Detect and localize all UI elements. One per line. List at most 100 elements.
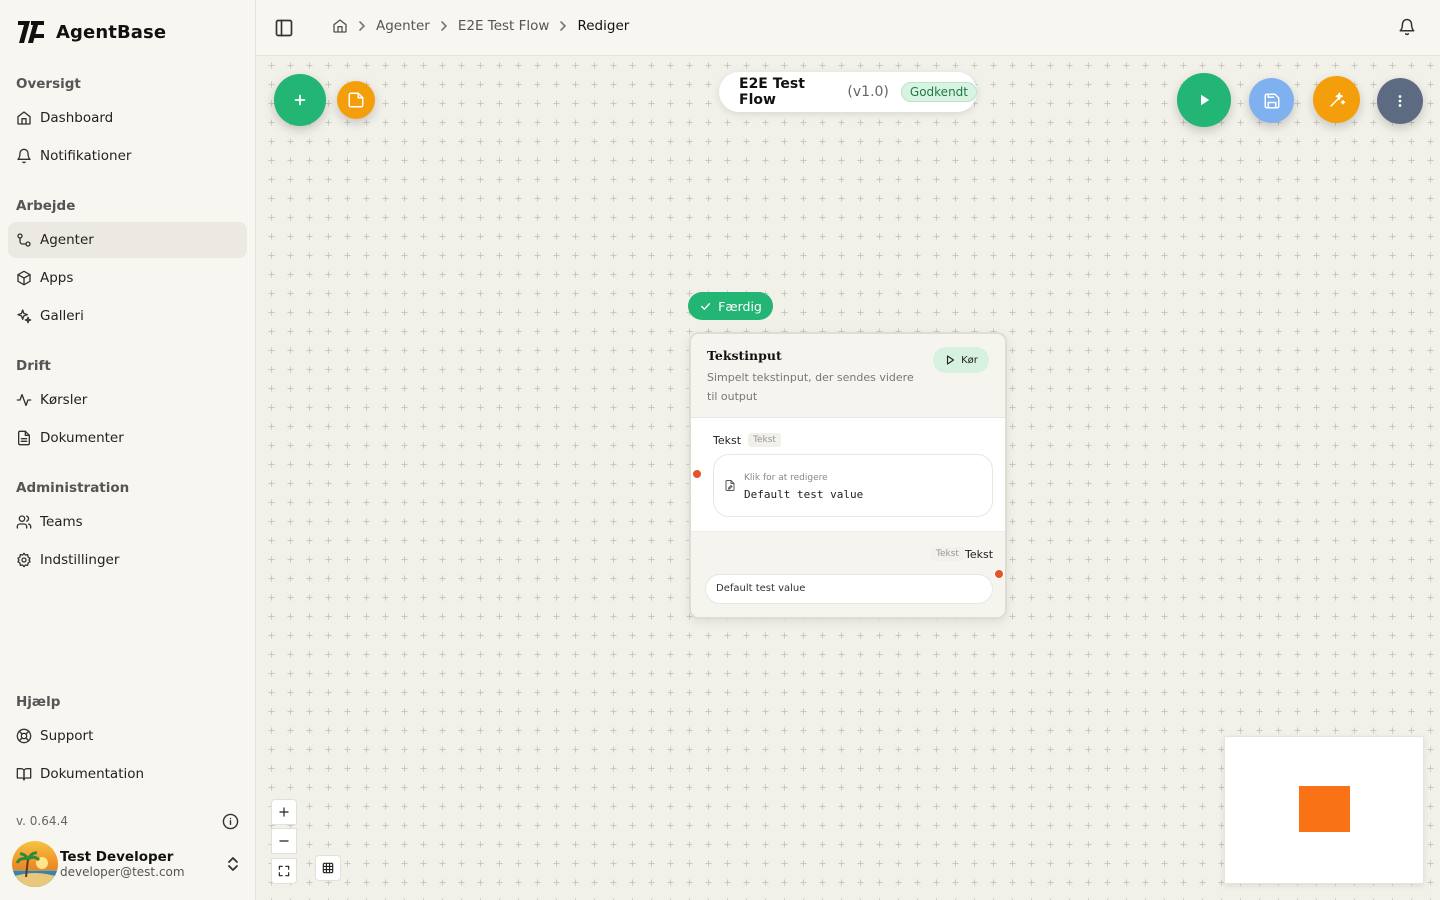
sidebar-item-dokumentation[interactable]: Dokumentation (8, 756, 247, 792)
run-node-button[interactable]: Kør (933, 347, 989, 373)
node-header: Tekstinput Simpelt tekstinput, der sende… (691, 334, 1005, 418)
user-email: developer@test.com (60, 865, 185, 879)
brand-name: AgentBase (56, 21, 167, 43)
grid-toggle-button[interactable] (315, 855, 341, 881)
more-options-button[interactable] (1377, 78, 1423, 124)
flow-canvas[interactable]: E2E Test Flow (v1.0) Godkendt Færdig Tek… (256, 56, 1440, 900)
node-title: Tekstinput (707, 348, 782, 363)
input-value: Default test value (744, 488, 864, 501)
sidebar-item-label: Galleri (40, 308, 84, 324)
minus-icon (279, 840, 289, 842)
brand[interactable]: AgentBase (16, 18, 166, 46)
chevron-right-icon (560, 21, 567, 31)
gear-icon (17, 552, 31, 568)
top-bar: Agenter E2E Test Flow Rediger (256, 0, 1440, 56)
grid-icon (322, 862, 334, 874)
group-label-arbejde: Arbejde (16, 198, 76, 214)
fullscreen-icon (278, 865, 290, 877)
home-icon (17, 111, 31, 125)
output-handle[interactable] (994, 569, 1004, 579)
info-icon[interactable] (222, 813, 239, 830)
chevrons-up-down-icon (228, 857, 238, 871)
node-status-badge: Færdig (688, 292, 773, 320)
users-icon (16, 515, 32, 529)
book-open-icon (16, 768, 32, 781)
avatar (12, 841, 58, 887)
notification-bell-icon[interactable] (1398, 18, 1416, 36)
check-icon (701, 302, 711, 310)
play-icon (1201, 94, 1210, 106)
input-type-chip: Tekst (748, 433, 781, 447)
sidebar-item-label: Agenter (40, 232, 94, 248)
app-version: v. 0.64.4 (16, 814, 68, 828)
magic-wand-icon (1329, 92, 1345, 107)
text-input-node[interactable]: Tekstinput Simpelt tekstinput, der sende… (689, 332, 1007, 619)
sidebar-item-label: Dashboard (40, 110, 114, 126)
add-node-button[interactable] (274, 74, 326, 126)
run-flow-button[interactable] (1177, 73, 1231, 127)
output-type-chip: Tekst (931, 547, 964, 561)
breadcrumb-link-flow[interactable]: E2E Test Flow (458, 18, 550, 34)
zoom-in-button[interactable] (271, 799, 297, 825)
sidebar-item-teams[interactable]: Teams (8, 504, 247, 540)
input-field-label: Tekst (713, 434, 742, 447)
sidebar-item-indstillinger[interactable]: Indstillinger (8, 542, 247, 578)
ai-assist-button[interactable] (1313, 76, 1360, 123)
output-value: Default test value (705, 574, 993, 604)
user-menu[interactable]: Test Developer developer@test.com (12, 840, 248, 888)
node-status-label: Færdig (718, 298, 762, 314)
run-node-label: Kør (961, 354, 978, 366)
sidebar: AgentBase Oversigt Dashboard Notifikatio… (0, 0, 256, 900)
package-icon (17, 270, 31, 286)
sidebar-item-dashboard[interactable]: Dashboard (8, 100, 247, 136)
group-label-oversigt: Oversigt (16, 76, 81, 92)
notes-button[interactable] (337, 81, 375, 119)
sidebar-item-galleri[interactable]: Galleri (8, 298, 247, 334)
home-icon[interactable] (332, 18, 348, 34)
breadcrumb: Agenter E2E Test Flow Rediger (332, 18, 629, 34)
input-value-editor[interactable]: Klik for at redigere Default test value (713, 454, 993, 517)
breadcrumb-link-agenter[interactable]: Agenter (376, 18, 430, 34)
sidebar-item-label: Apps (40, 270, 74, 286)
play-outline-icon (947, 355, 955, 365)
flow-status-badge: Godkendt (900, 82, 977, 102)
more-vertical-icon (1398, 95, 1402, 107)
sidebar-item-label: Teams (40, 514, 83, 530)
activity-icon (16, 394, 32, 406)
chevron-right-icon (359, 21, 366, 31)
workflow-icon (17, 233, 31, 247)
lifebuoy-icon (16, 728, 32, 744)
group-label-drift: Drift (16, 358, 51, 374)
sidebar-item-label: Kørsler (40, 392, 88, 408)
sidebar-item-agenter[interactable]: Agenter (8, 222, 247, 258)
flow-info-pill[interactable]: E2E Test Flow (v1.0) Godkendt (719, 72, 977, 112)
file-text-icon (18, 430, 30, 446)
avatar-image (12, 841, 58, 887)
agentbase-logo-icon (18, 21, 44, 43)
sticky-note-icon (348, 92, 364, 108)
sidebar-item-label: Dokumentation (40, 766, 145, 782)
flow-name: E2E Test Flow (739, 76, 805, 108)
sidebar-item-label: Dokumenter (40, 430, 124, 446)
save-icon (1264, 93, 1279, 108)
sparkles-icon (17, 309, 32, 324)
node-output-section: Tekst Tekst Default test value (691, 531, 1005, 617)
input-handle[interactable] (692, 469, 702, 479)
sidebar-item-dokumenter[interactable]: Dokumenter (8, 420, 247, 456)
plus-icon (279, 807, 289, 817)
edit-file-icon (725, 480, 735, 491)
save-flow-button[interactable] (1249, 78, 1294, 123)
sidebar-item-support[interactable]: Support (8, 718, 247, 754)
sidebar-item-notifikationer[interactable]: Notifikationer (8, 138, 247, 174)
user-name: Test Developer (60, 849, 174, 865)
zoom-out-button[interactable] (271, 828, 297, 854)
fit-view-button[interactable] (271, 858, 297, 884)
group-label-administration: Administration (16, 480, 130, 496)
minimap[interactable] (1224, 736, 1424, 884)
sidebar-item-apps[interactable]: Apps (8, 260, 247, 296)
sidebar-item-label: Notifikationer (40, 148, 132, 164)
sidebar-toggle-icon[interactable] (274, 18, 294, 38)
sidebar-item-label: Support (40, 728, 94, 744)
plus-icon (294, 94, 306, 106)
sidebar-item-korsler[interactable]: Kørsler (8, 382, 247, 418)
